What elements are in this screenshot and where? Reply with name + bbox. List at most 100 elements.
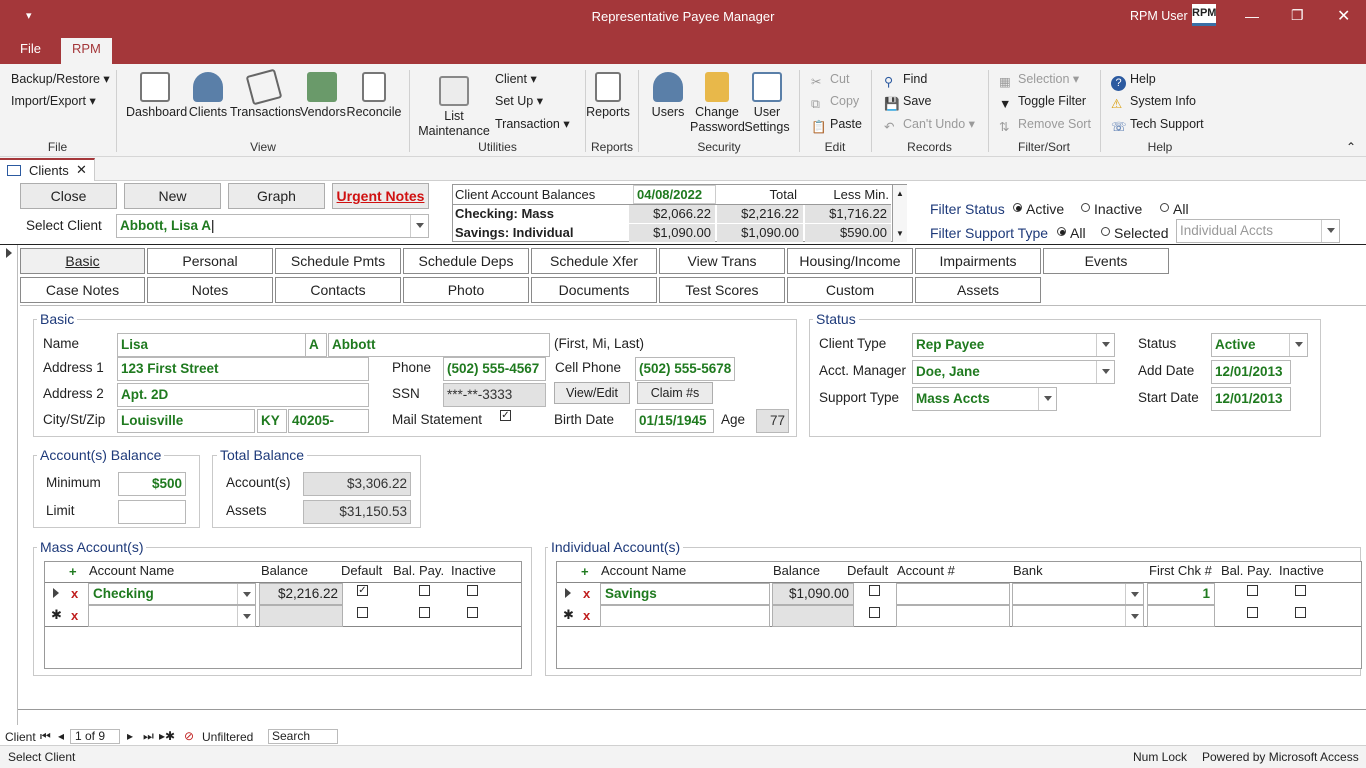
previous-record-icon[interactable]: ◂ bbox=[58, 729, 64, 743]
tab-basic[interactable]: Basic bbox=[20, 248, 145, 274]
last-record-icon[interactable]: ⏭ bbox=[143, 729, 154, 744]
reports-button[interactable]: Reports bbox=[586, 72, 630, 120]
save-button[interactable]: 💾 Save bbox=[884, 90, 932, 112]
claim-numbers-button[interactable]: Claim #s bbox=[637, 382, 713, 404]
dropdown-arrow-icon[interactable] bbox=[410, 215, 428, 237]
reconcile-button[interactable]: Reconcile bbox=[346, 72, 402, 120]
transaction-menu-button[interactable]: Transaction ▾ bbox=[495, 113, 570, 135]
list-maintenance-button[interactable]: List Maintenance bbox=[418, 76, 490, 139]
undo-button[interactable]: ↶ Can't Undo ▾ bbox=[884, 113, 975, 135]
bal-pay-checkbox[interactable] bbox=[1247, 585, 1258, 596]
find-button[interactable]: ⚲ Find bbox=[884, 68, 927, 90]
backup-restore-button[interactable]: Backup/Restore ▾ bbox=[11, 68, 110, 90]
status-combobox[interactable]: Active bbox=[1211, 333, 1308, 357]
add-row-icon[interactable]: + bbox=[69, 564, 77, 579]
default-checkbox[interactable] bbox=[869, 607, 880, 618]
tab-impairments[interactable]: Impairments bbox=[915, 248, 1041, 274]
dropdown-arrow-icon[interactable] bbox=[1321, 220, 1339, 242]
tab-documents[interactable]: Documents bbox=[531, 277, 657, 303]
tab-assets[interactable]: Assets bbox=[915, 277, 1041, 303]
filter-active-radio[interactable] bbox=[1013, 203, 1022, 212]
start-date-field[interactable]: 12/01/2013 bbox=[1211, 387, 1291, 411]
first-check-cell[interactable] bbox=[1147, 605, 1215, 627]
scroll-up-icon[interactable]: ▲ bbox=[896, 189, 904, 198]
birth-date-field[interactable]: 01/15/1945 bbox=[635, 409, 714, 433]
system-info-button[interactable]: ⚠ System Info bbox=[1111, 90, 1196, 112]
filter-status-text[interactable]: Unfiltered bbox=[202, 730, 253, 744]
account-name-cell[interactable]: Checking bbox=[88, 583, 256, 605]
select-client-combobox[interactable]: Abbott, Lisa A| bbox=[116, 214, 429, 238]
table-row[interactable]: x Savings $1,090.00 1 bbox=[557, 583, 1361, 605]
bank-cell[interactable] bbox=[1012, 605, 1144, 627]
account-number-cell[interactable] bbox=[896, 605, 1010, 627]
dropdown-arrow-icon[interactable] bbox=[237, 606, 255, 626]
first-check-cell[interactable]: 1 bbox=[1147, 583, 1215, 605]
collapse-ribbon-icon[interactable]: ⌃ bbox=[1346, 140, 1356, 154]
first-name-field[interactable]: Lisa bbox=[117, 333, 306, 357]
import-export-button[interactable]: Import/Export ▾ bbox=[11, 90, 96, 112]
limit-field[interactable] bbox=[118, 500, 186, 524]
tab-view-trans[interactable]: View Trans bbox=[659, 248, 785, 274]
balances-scrollbar[interactable]: ▲ ▼ bbox=[892, 185, 907, 242]
inactive-checkbox[interactable] bbox=[467, 607, 478, 618]
account-name-cell[interactable]: Savings bbox=[600, 583, 770, 605]
zip-field[interactable]: 40205- bbox=[288, 409, 369, 433]
add-date-field[interactable]: 12/01/2013 bbox=[1211, 360, 1291, 384]
support-all-radio[interactable] bbox=[1057, 227, 1066, 236]
tab-photo[interactable]: Photo bbox=[403, 277, 529, 303]
tab-schedule-pmts[interactable]: Schedule Pmts bbox=[275, 248, 401, 274]
cut-button[interactable]: ✂ Cut bbox=[811, 68, 849, 90]
support-type-combobox[interactable]: Individual Accts bbox=[1176, 219, 1340, 243]
help-button[interactable]: ? Help bbox=[1111, 68, 1156, 91]
mail-statement-checkbox[interactable]: ✓ bbox=[500, 410, 511, 421]
user-settings-button[interactable]: User Settings bbox=[744, 72, 790, 135]
selection-button[interactable]: ▦ Selection ▾ bbox=[999, 68, 1079, 90]
phone-field[interactable]: (502) 555-4567 bbox=[443, 357, 546, 381]
account-name-cell[interactable] bbox=[600, 605, 770, 627]
support-selected-radio[interactable] bbox=[1101, 227, 1110, 236]
remove-sort-button[interactable]: ⇅ Remove Sort bbox=[999, 113, 1091, 135]
last-name-field[interactable]: Abbott bbox=[328, 333, 550, 357]
setup-menu-button[interactable]: Set Up ▾ bbox=[495, 90, 543, 112]
clients-doc-tab[interactable]: Clients ✕ bbox=[0, 158, 95, 181]
dashboard-button[interactable]: Dashboard bbox=[126, 72, 187, 120]
close-tab-icon[interactable]: ✕ bbox=[76, 162, 87, 178]
graph-button[interactable]: Graph bbox=[228, 183, 325, 209]
tab-schedule-deps[interactable]: Schedule Deps bbox=[403, 248, 529, 274]
tab-case-notes[interactable]: Case Notes bbox=[20, 277, 145, 303]
vendors-button[interactable]: Vendors bbox=[300, 72, 346, 120]
close-form-button[interactable]: Close bbox=[20, 183, 117, 209]
default-checkbox[interactable] bbox=[869, 585, 880, 596]
inactive-checkbox[interactable] bbox=[467, 585, 478, 596]
paste-button[interactable]: 📋 Paste bbox=[811, 113, 862, 135]
change-password-button[interactable]: Change Password bbox=[690, 72, 745, 135]
bal-pay-checkbox[interactable] bbox=[419, 585, 430, 596]
view-edit-ssn-button[interactable]: View/Edit bbox=[554, 382, 630, 404]
support-type-field[interactable]: Mass Accts bbox=[912, 387, 1057, 411]
record-selector[interactable] bbox=[0, 245, 18, 725]
inactive-checkbox[interactable] bbox=[1295, 607, 1306, 618]
delete-row-icon[interactable]: x bbox=[583, 586, 590, 601]
bank-cell[interactable] bbox=[1012, 583, 1144, 605]
dropdown-arrow-icon[interactable] bbox=[1096, 361, 1114, 383]
toggle-filter-button[interactable]: ▼ Toggle Filter bbox=[999, 90, 1086, 112]
account-number-cell[interactable] bbox=[896, 583, 1010, 605]
bal-pay-checkbox[interactable] bbox=[419, 607, 430, 618]
bal-pay-checkbox[interactable] bbox=[1247, 607, 1258, 618]
minimum-field[interactable]: $500 bbox=[118, 472, 186, 496]
tech-support-button[interactable]: ☏ Tech Support bbox=[1111, 113, 1204, 135]
dropdown-arrow-icon[interactable] bbox=[1096, 334, 1114, 356]
scroll-down-icon[interactable]: ▼ bbox=[896, 229, 904, 238]
dropdown-arrow-icon[interactable] bbox=[1289, 334, 1307, 356]
dropdown-arrow-icon[interactable] bbox=[1038, 388, 1056, 410]
filter-inactive-radio[interactable] bbox=[1081, 203, 1090, 212]
table-row[interactable]: x Checking $2,216.22 ✓ bbox=[45, 583, 521, 605]
transactions-button[interactable]: Transactions bbox=[230, 68, 301, 120]
client-type-combobox[interactable]: Rep Payee bbox=[912, 333, 1115, 357]
state-field[interactable]: KY bbox=[257, 409, 287, 433]
middle-initial-field[interactable]: A bbox=[305, 333, 327, 357]
new-record-nav-icon[interactable]: ▸✱ bbox=[159, 729, 175, 743]
tab-events[interactable]: Events bbox=[1043, 248, 1169, 274]
new-row[interactable]: ✱ x bbox=[557, 605, 1361, 627]
dropdown-arrow-icon[interactable] bbox=[1125, 606, 1143, 626]
